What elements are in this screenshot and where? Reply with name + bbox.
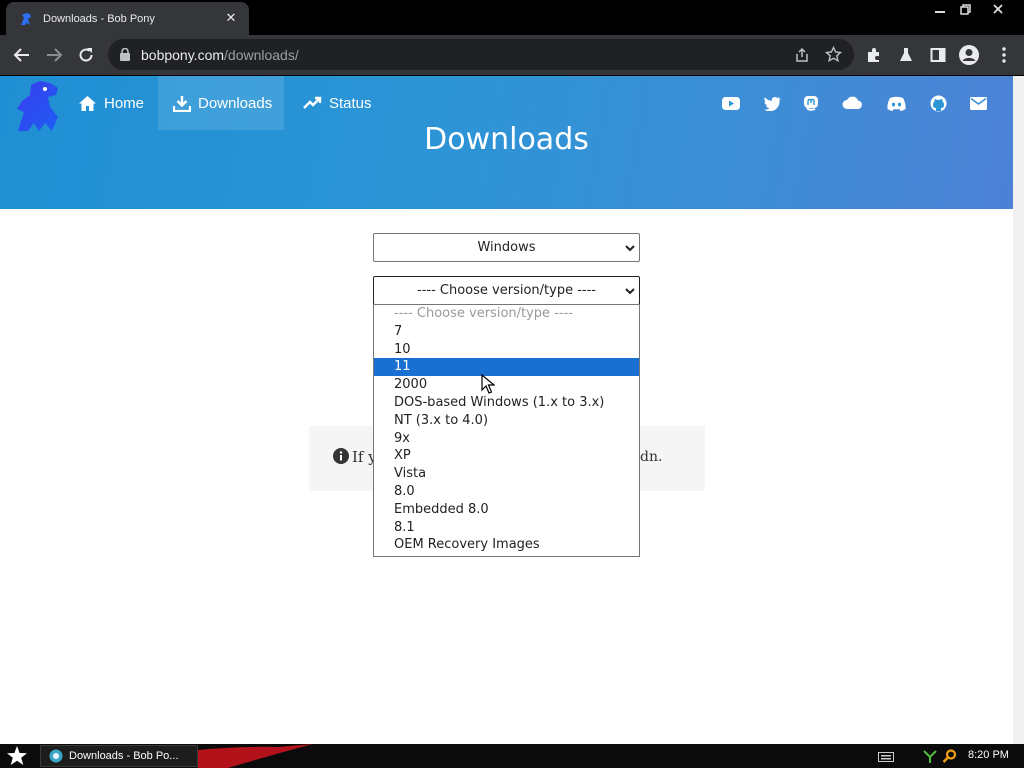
twitter-icon xyxy=(764,96,781,111)
minimize-icon xyxy=(935,11,945,13)
forward-arrow-icon xyxy=(47,48,63,62)
mastodon-link[interactable] xyxy=(801,94,821,112)
cloud-link[interactable] xyxy=(841,94,863,112)
option-8-1[interactable]: 8.1 xyxy=(374,519,639,537)
reload-icon xyxy=(79,48,93,62)
browser-menu-button[interactable] xyxy=(992,43,1016,67)
address-bar[interactable]: bobpony.com/downloads/ xyxy=(108,39,854,70)
browser-tab[interactable]: Downloads - Bob Pony ✕ xyxy=(6,2,249,35)
option-xp[interactable]: XP xyxy=(374,447,639,465)
close-window-button[interactable] xyxy=(985,0,1011,18)
share-icon[interactable] xyxy=(794,47,810,63)
bob-pony-favicon-icon xyxy=(21,12,31,25)
tab-close-icon[interactable]: ✕ xyxy=(221,11,241,26)
tab-title: Downloads - Bob Pony xyxy=(43,12,155,25)
url-text: bobpony.com/downloads/ xyxy=(141,47,299,63)
bookmark-star-icon[interactable] xyxy=(825,46,842,63)
mouse-cursor-icon xyxy=(481,374,495,394)
home-icon xyxy=(79,95,96,111)
reload-button[interactable] xyxy=(74,43,98,67)
option-2000[interactable]: 2000 xyxy=(374,376,639,394)
restore-icon xyxy=(959,3,971,15)
taskbar-decoration xyxy=(198,744,313,768)
side-panel-button[interactable] xyxy=(926,43,950,67)
taskbar-browser-item[interactable]: Downloads - Bob Po... xyxy=(40,745,198,767)
nav-downloads-label: Downloads xyxy=(198,94,273,112)
download-icon xyxy=(173,95,191,112)
page-title: Downloads xyxy=(424,122,589,157)
chevron-down-icon xyxy=(625,245,635,252)
option-placeholder[interactable]: ---- Choose version/type ---- xyxy=(374,305,639,323)
forward-button[interactable] xyxy=(42,43,66,67)
email-link[interactable] xyxy=(968,94,988,112)
discord-icon xyxy=(886,96,906,111)
close-icon xyxy=(993,4,1003,14)
profile-button[interactable] xyxy=(957,43,981,67)
chevron-down-icon xyxy=(625,288,635,295)
youtube-link[interactable] xyxy=(721,94,741,112)
option-dos-based-windows[interactable]: DOS-based Windows (1.x to 3.x) xyxy=(374,394,639,412)
taskbar: Downloads - Bob Po... 8:20 PM xyxy=(0,744,1024,768)
option-11[interactable]: 11 xyxy=(374,358,639,377)
nav-status-label: Status xyxy=(329,94,372,112)
browser-app-icon xyxy=(49,749,63,763)
keyboard-icon[interactable] xyxy=(878,752,894,762)
mail-icon xyxy=(969,96,987,110)
option-oem-recovery-images[interactable]: OEM Recovery Images xyxy=(374,536,639,554)
search-icon[interactable] xyxy=(942,749,958,763)
version-dropdown-list[interactable]: ---- Choose version/type ---- 7 10 11 20… xyxy=(373,304,640,557)
version-select-value: ---- Choose version/type ---- xyxy=(417,283,596,298)
github-link[interactable] xyxy=(928,94,948,112)
restore-button[interactable] xyxy=(952,0,978,18)
url-path: /downloads/ xyxy=(224,47,299,63)
version-select[interactable]: ---- Choose version/type ---- xyxy=(373,276,640,305)
extensions-button[interactable] xyxy=(862,43,886,67)
option-8-0[interactable]: 8.0 xyxy=(374,483,639,501)
taskbar-item-label: Downloads - Bob Po... xyxy=(69,750,179,762)
discord-link[interactable] xyxy=(885,94,907,112)
github-icon xyxy=(930,95,946,111)
nav-home-label: Home xyxy=(104,94,145,112)
os-select[interactable]: Windows xyxy=(373,233,640,262)
os-select-value: Windows xyxy=(477,240,536,255)
puzzle-icon xyxy=(868,48,879,62)
labs-button[interactable] xyxy=(894,43,918,67)
browser-tab-strip: Downloads - Bob Pony ✕ xyxy=(0,0,1024,35)
info-icon xyxy=(333,448,349,464)
minimize-button[interactable] xyxy=(927,0,953,18)
option-7[interactable]: 7 xyxy=(374,323,639,341)
chart-icon xyxy=(303,96,322,109)
cloud-icon xyxy=(842,96,862,109)
mastodon-icon xyxy=(804,96,818,111)
notice-text-tail: dn. xyxy=(640,449,663,465)
kebab-menu-icon xyxy=(1002,47,1006,63)
browser-toolbar: bobpony.com/downloads/ xyxy=(0,35,1024,75)
option-10[interactable]: 10 xyxy=(374,341,639,359)
youtube-icon xyxy=(722,96,740,110)
option-embedded-8-0[interactable]: Embedded 8.0 xyxy=(374,501,639,519)
option-nt[interactable]: NT (3.x to 4.0) xyxy=(374,412,639,430)
back-button[interactable] xyxy=(10,43,34,67)
start-star-icon[interactable] xyxy=(6,746,28,766)
side-panel-icon xyxy=(930,48,946,62)
page-scrollbar[interactable] xyxy=(1013,76,1024,744)
lock-icon xyxy=(120,48,130,61)
option-9x[interactable]: 9x xyxy=(374,430,639,448)
back-arrow-icon xyxy=(13,48,29,62)
network-icon[interactable] xyxy=(922,749,938,763)
flask-icon xyxy=(900,48,912,61)
site-header: Home Downloads Status Downloads xyxy=(0,76,1013,209)
profile-avatar-icon xyxy=(959,45,979,65)
option-vista[interactable]: Vista xyxy=(374,465,639,483)
taskbar-clock[interactable]: 8:20 PM xyxy=(968,749,1009,761)
twitter-link[interactable] xyxy=(762,94,782,112)
url-host: bobpony.com xyxy=(141,47,225,63)
